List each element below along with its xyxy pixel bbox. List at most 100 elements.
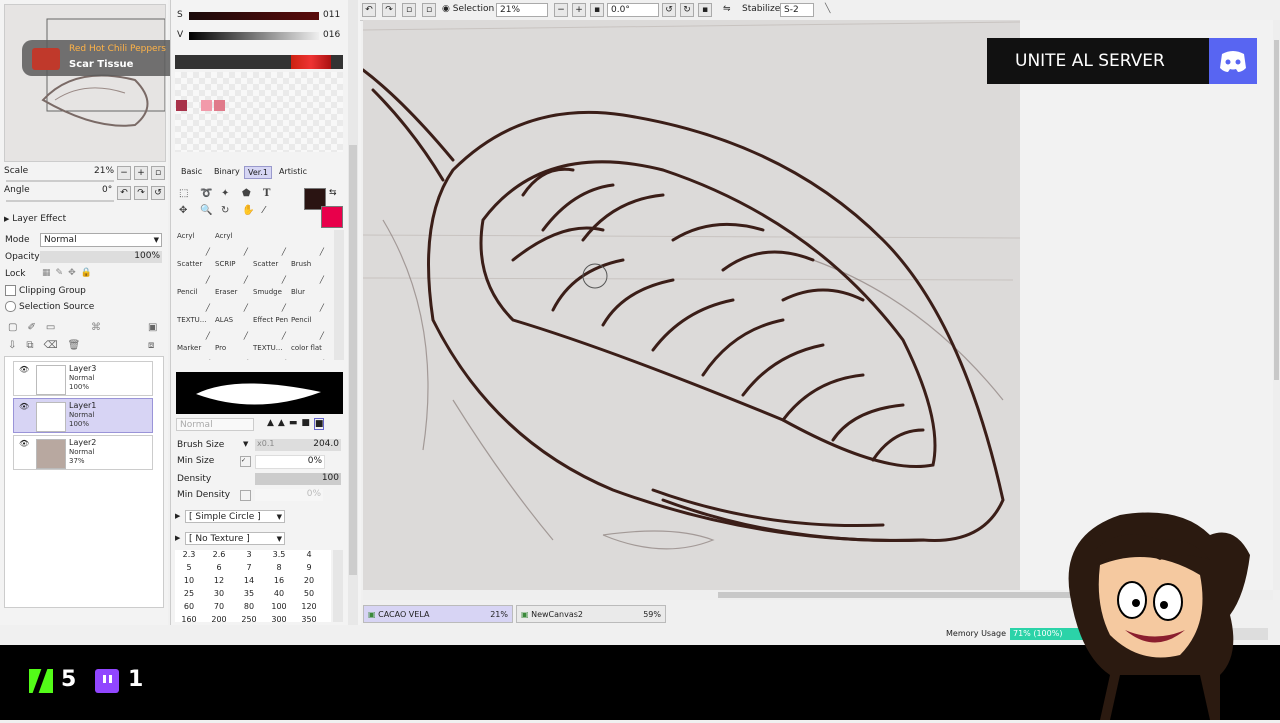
brush-size-preset[interactable]: 120 <box>299 602 319 611</box>
layer-effect-header[interactable]: ▶ Layer Effect <box>4 214 66 224</box>
move-icon[interactable]: ✥ <box>179 205 200 216</box>
lock-move-icon[interactable]: ✥ <box>68 268 76 278</box>
dropdown-arrow-icon[interactable]: ▼ <box>243 440 248 448</box>
selection-toggle[interactable]: ◉ Selection <box>442 4 494 14</box>
brush-tool-slot[interactable]: Eraser ╱ <box>215 288 251 314</box>
hand-icon[interactable]: ✋ <box>242 205 263 216</box>
canvas-hscrollbar-thumb[interactable] <box>718 592 1098 598</box>
redo-button[interactable]: ↷ <box>382 3 396 17</box>
scale-slider[interactable] <box>6 180 114 182</box>
brush-size-preset[interactable]: 3.5 <box>269 550 289 559</box>
brush-tool-slot[interactable]: Brush ╱ <box>291 260 327 286</box>
brush-size-preset[interactable]: 7 <box>239 563 259 572</box>
layer-properties-icon[interactable]: ⧈ <box>148 340 154 351</box>
brush-tool-slot[interactable]: Scatter ╱ <box>253 260 289 286</box>
panel-scrollbar[interactable] <box>348 0 358 625</box>
eye-icon[interactable]: 👁 <box>19 365 29 374</box>
swatch[interactable] <box>214 100 225 111</box>
brush-tool-slot[interactable]: TEXTU...╱ <box>253 344 289 360</box>
brush-size-preset[interactable]: 70 <box>209 602 229 611</box>
flat-edge-icon[interactable]: ■ <box>301 418 310 430</box>
brush-tool-slot[interactable]: Marker╱ <box>177 344 213 360</box>
deselect-button[interactable]: ▫ <box>402 3 416 17</box>
document-tab-newcanvas2[interactable]: ▣ NewCanvas2 59% <box>516 605 666 623</box>
rotate-reset-button[interactable]: ↺ <box>151 186 165 200</box>
saturation-slider[interactable] <box>189 12 319 20</box>
undo-button[interactable]: ↶ <box>362 3 376 17</box>
brush-size-preset[interactable]: 20 <box>299 576 319 585</box>
zoom-reset-button[interactable]: ▫ <box>151 166 165 180</box>
tab-ver1[interactable]: Ver.1 <box>244 166 272 179</box>
zoom-select[interactable]: 21% <box>496 3 548 17</box>
brush-size-preset[interactable]: 25 <box>179 589 199 598</box>
zoom-fit-button[interactable]: ▪ <box>590 3 604 17</box>
zoom-icon[interactable]: 🔍 <box>200 205 221 216</box>
secondary-color[interactable] <box>321 206 343 228</box>
panel-scrollbar-thumb[interactable] <box>349 145 357 575</box>
soft-edge-icon[interactable]: ▲ <box>278 418 285 430</box>
opacity-slider[interactable]: 100% <box>40 251 162 263</box>
brush-size-preset[interactable]: 350 <box>299 615 319 622</box>
brush-size-preset[interactable]: 30 <box>209 589 229 598</box>
brush-size-preset[interactable]: 10 <box>179 576 199 585</box>
canvas-vscrollbar-thumb[interactable] <box>1274 40 1279 380</box>
brush-tool-slot[interactable]: color flat╱ <box>291 344 327 360</box>
canvas-vscrollbar[interactable] <box>1273 20 1280 590</box>
value-slider[interactable] <box>189 32 319 40</box>
hard-edge-icon[interactable]: ▲ <box>267 418 274 430</box>
brush-size-preset[interactable]: 6 <box>209 563 229 572</box>
text-tool-icon[interactable]: T <box>263 188 284 199</box>
brush-size-slider[interactable]: x0.1 204.0 <box>255 439 341 451</box>
brush-size-preset[interactable]: 160 <box>179 615 199 622</box>
eye-icon[interactable]: 👁 <box>19 439 29 448</box>
line-tool-icon[interactable]: ╲ <box>825 4 830 14</box>
zoom-out-button[interactable]: − <box>554 3 568 17</box>
trash-icon[interactable]: 🗑 <box>68 340 81 351</box>
blur-edge-icon[interactable]: ▬ <box>289 418 298 430</box>
selection-source-checkbox[interactable]: Selection Source <box>5 301 94 312</box>
lock-transparency-icon[interactable]: ▦ <box>42 268 51 278</box>
brush-size-preset[interactable]: 60 <box>179 602 199 611</box>
zoom-out-button[interactable]: − <box>117 166 131 180</box>
eye-icon[interactable]: 👁 <box>19 402 29 411</box>
expand-arrow-icon[interactable]: ▶ <box>175 534 180 542</box>
rotate-reset-button[interactable]: ▪ <box>698 3 712 17</box>
layer-item-selected[interactable]: 👁 Layer1 Normal 100% <box>13 398 153 433</box>
brush-size-preset[interactable]: 16 <box>269 576 289 585</box>
brush-tool-slot[interactable]: Smudge ╱ <box>253 288 289 314</box>
size-presets-scrollbar[interactable] <box>333 550 343 622</box>
drawing-canvas[interactable] <box>363 20 1020 590</box>
new-vector-layer-icon[interactable]: ✐ <box>27 322 35 333</box>
brush-size-preset[interactable]: 200 <box>209 615 229 622</box>
swatch[interactable] <box>201 100 212 111</box>
checkbox-box[interactable] <box>5 285 16 296</box>
tab-artistic[interactable]: Artistic <box>276 166 310 177</box>
invert-selection-button[interactable]: ▫ <box>422 3 436 17</box>
min-density-pressure-toggle[interactable] <box>240 490 251 501</box>
rotate-left-button[interactable]: ↺ <box>662 3 676 17</box>
swatch[interactable] <box>176 100 187 111</box>
lock-paint-icon[interactable]: ✎ <box>56 268 64 278</box>
brush-size-preset[interactable]: 4 <box>299 550 319 559</box>
blend-mode-select[interactable]: Normal <box>176 418 254 431</box>
new-folder-icon[interactable]: ▭ <box>46 322 55 333</box>
brush-tool-slot[interactable]: Pencil ╱ <box>177 288 213 314</box>
square-edge-icon[interactable]: ■ <box>313 418 325 430</box>
brush-texture-select[interactable]: [ No Texture ] ▼ <box>185 532 285 545</box>
layer-clip-icon[interactable]: ⌘ <box>91 322 101 333</box>
magic-wand-icon[interactable]: ✦ <box>221 188 242 199</box>
rotate-icon[interactable]: ↻ <box>221 205 242 216</box>
merge-down-icon[interactable]: ⇩ <box>8 340 16 351</box>
rotate-right-button[interactable]: ↻ <box>680 3 694 17</box>
brush-size-preset[interactable]: 40 <box>269 589 289 598</box>
brush-size-preset[interactable]: 3 <box>239 550 259 559</box>
min-size-pressure-toggle[interactable]: ✓ <box>240 456 251 467</box>
brush-tool-slot[interactable]: ALAS ╱ <box>215 316 251 342</box>
brush-size-preset[interactable]: 5 <box>179 563 199 572</box>
rotate-right-button[interactable]: ↷ <box>134 186 148 200</box>
brush-size-preset[interactable]: 50 <box>299 589 319 598</box>
navigator-preview[interactable] <box>4 4 166 162</box>
brush-tool-slot[interactable]: Blur ╱ <box>291 288 327 314</box>
brush-tool-slot[interactable]: Scatter ╱ <box>177 260 213 286</box>
brush-size-preset[interactable]: 9 <box>299 563 319 572</box>
